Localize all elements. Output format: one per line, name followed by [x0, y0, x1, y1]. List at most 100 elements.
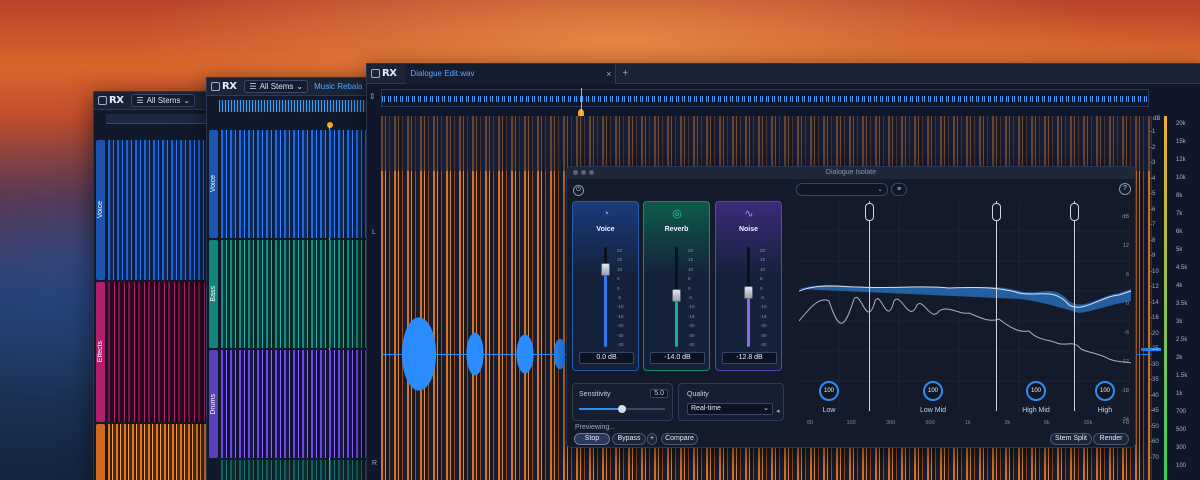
spectrogram-music[interactable]	[108, 424, 222, 480]
slider-handle[interactable]	[618, 405, 626, 413]
stem-label-bass[interactable]: Bass	[209, 240, 218, 348]
band-divider-low-lowmid[interactable]	[869, 201, 870, 411]
collapse-arrow-icon[interactable]: ◂	[776, 407, 780, 415]
waveform-overview[interactable]	[381, 89, 1149, 107]
waveform-overview[interactable]	[219, 100, 367, 112]
spectrogram-effects[interactable]	[108, 282, 222, 422]
spectrogram-other[interactable]	[221, 460, 367, 480]
fader-scale-tick: -20	[760, 323, 767, 329]
eq-db-tick: 12	[1122, 243, 1129, 249]
bypass-add-button[interactable]: +	[647, 433, 657, 445]
stems-dropdown[interactable]: ☰ All Stems ⌄	[244, 80, 309, 93]
bypass-button[interactable]: Bypass	[612, 433, 646, 445]
stem-label-effects[interactable]: Effects	[96, 282, 105, 422]
fader-scale: 20151050-5-10-15-20-30-40-inf	[617, 246, 624, 359]
band-handle[interactable]	[865, 203, 874, 221]
band-knob-high[interactable]: 100	[1095, 381, 1115, 401]
eq-db-tick: dB	[1122, 214, 1129, 220]
stem-split-button[interactable]: Stem Split	[1050, 433, 1092, 445]
spectrogram-voice[interactable]	[108, 140, 222, 280]
stem-label-voice[interactable]: Voice	[209, 130, 218, 238]
rx-logo: RX	[98, 95, 124, 106]
eq-freq-tick: 3k	[1004, 420, 1011, 426]
stems-dropdown[interactable]: ☰ All Stems ⌄	[131, 94, 196, 107]
waveform-overview[interactable]	[106, 114, 222, 124]
preset-menu-icon[interactable]: ≡	[891, 183, 907, 196]
help-button[interactable]: ?	[1119, 183, 1131, 195]
stem-label-music[interactable]	[96, 424, 105, 480]
channel-label-left: L	[372, 229, 376, 236]
eq-freq-tick: 6k	[1044, 420, 1050, 426]
band-knob-low[interactable]: 100	[819, 381, 839, 401]
channel-reverb: ◎ Reverb 20151050-5-10-15-20-30-40-inf -…	[643, 201, 710, 371]
tab-music-rebalance[interactable]: Music Rebala	[314, 82, 362, 91]
band-knob-lowmid[interactable]: 100	[923, 381, 943, 401]
reverb-gain-field[interactable]: -14.0 dB	[650, 352, 705, 364]
eq-display[interactable]: dB 12 6 0 -6 -12 -18 -24 100 Low 100 Low Mid 10…	[799, 201, 1131, 429]
fader-scale-tick: 15	[688, 257, 694, 263]
fader-scale-tick: 0	[688, 285, 691, 291]
stop-button[interactable]: Stop	[574, 433, 610, 445]
slider-fill	[579, 408, 622, 410]
noise-fader[interactable]	[744, 247, 753, 347]
fader-scale: 20151050-5-10-15-20-30-40-inf	[760, 246, 767, 359]
sensitivity-value[interactable]: 5.0	[650, 389, 668, 398]
window-zoom-dot[interactable]	[589, 170, 594, 175]
reverb-target-icon: ◎	[672, 208, 682, 220]
tab-dialogue-edit[interactable]: Dialogue Edit.wav ×	[406, 64, 617, 84]
power-icon[interactable]: ⏻	[573, 185, 584, 196]
right-khz-tick: 7k	[1176, 211, 1183, 217]
quality-dropdown[interactable]: Real-time ⌄	[687, 403, 773, 415]
fader-fill	[675, 295, 678, 347]
fader-scale-tick: -5	[617, 295, 622, 301]
sensitivity-panel: Sensitivity 5.0	[572, 383, 673, 421]
stem-label-drums[interactable]: Drums	[209, 350, 218, 458]
window-minimize-dot[interactable]	[581, 170, 586, 175]
eq-db-tick: -18	[1121, 388, 1129, 394]
expand-toggle-icon[interactable]: ⇕	[369, 92, 379, 104]
compare-button[interactable]: Compare	[661, 433, 698, 445]
right-khz-tick: 15k	[1176, 139, 1186, 145]
spectrogram-voice[interactable]	[221, 130, 367, 238]
voice-gain-field[interactable]: 0.0 dB	[579, 352, 634, 364]
playhead-marker[interactable]	[327, 122, 333, 128]
fader-knob[interactable]	[601, 263, 610, 276]
preset-dropdown[interactable]: ⌄	[796, 183, 888, 196]
fader-knob[interactable]	[672, 289, 681, 302]
band-handle[interactable]	[992, 203, 1001, 221]
add-tab-button[interactable]: +	[622, 68, 628, 79]
fader-scale-tick: -15	[688, 313, 695, 319]
noise-wave-icon: ∿	[744, 208, 754, 220]
fader-scale-tick: 20	[760, 248, 766, 253]
previewing-label: Previewing...	[575, 424, 616, 431]
fader-fill	[747, 292, 750, 347]
eq-freq-tick: 100	[846, 420, 856, 426]
band-handle[interactable]	[1070, 203, 1079, 221]
right-khz-tick: 6k	[1176, 229, 1183, 235]
spectrogram-drums[interactable]	[221, 350, 367, 458]
fader-scale-tick: -20	[688, 323, 695, 329]
fader-scale-tick: -40	[688, 342, 695, 348]
noise-gain-field[interactable]: -12.8 dB	[722, 352, 777, 364]
voice-head-icon: ◔	[602, 208, 610, 220]
right-khz-tick: 20k	[1176, 121, 1186, 127]
band-label-high: High	[1097, 407, 1113, 414]
sensitivity-slider[interactable]	[579, 405, 665, 413]
fader-scale-tick: 0	[617, 285, 620, 291]
band-knob-highmid[interactable]: 100	[1026, 381, 1046, 401]
window-close-dot[interactable]	[573, 170, 578, 175]
fader-knob[interactable]	[744, 286, 753, 299]
spectrogram-bass[interactable]	[221, 240, 367, 348]
fader-scale-tick: -40	[760, 342, 767, 348]
reverb-fader[interactable]	[672, 247, 681, 347]
voice-fader[interactable]	[601, 247, 610, 347]
band-label-highmid: High Mid	[1022, 407, 1050, 414]
eq-freq-tick: Hz	[1123, 420, 1130, 426]
rx-window-middle: RX ☰ All Stems ⌄ Music Rebala Voice Bass D…	[206, 77, 368, 480]
right-khz-tick: 12k	[1176, 157, 1186, 163]
band-divider-lowmid-highmid[interactable]	[996, 201, 997, 411]
close-icon[interactable]: ×	[606, 69, 611, 79]
right-khz-tick: 1.5k	[1176, 373, 1188, 379]
stem-label-voice[interactable]: Voice	[96, 140, 105, 280]
band-divider-highmid-high[interactable]	[1074, 201, 1075, 411]
